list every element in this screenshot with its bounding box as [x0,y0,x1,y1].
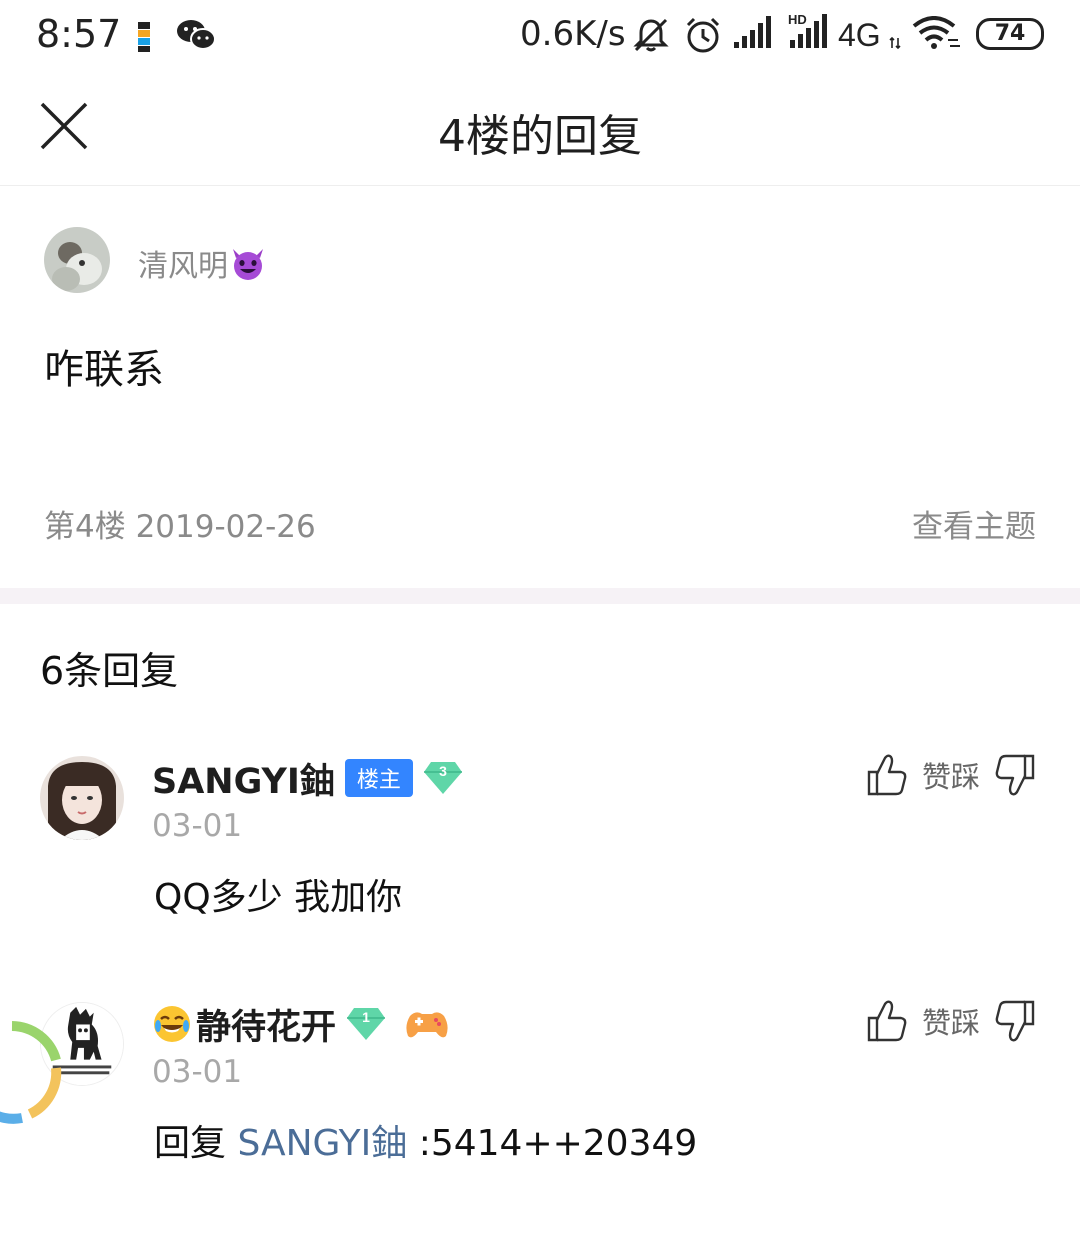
page-title: 4楼的回复 [438,111,642,162]
vote-controls: 赞踩 [866,752,1036,798]
reply-author-name[interactable]: 静待花开 [196,999,336,1050]
original-post: 清风明 咋联系 第4楼 2019-02-26 查看主题 [0,187,1080,587]
owner-badge: 楼主 [344,759,413,797]
network-4g-icon: 4G [838,17,901,52]
wifi-icon [912,16,960,49]
svg-text:4G: 4G [838,17,881,52]
wechat-icon [177,20,216,50]
sim-icon [138,22,150,52]
reply-target-link[interactable]: SANGYI鈾 [237,1123,407,1164]
battery-indicator: 74 [976,18,1044,50]
avatar[interactable] [40,756,124,840]
post-floor-info: 第4楼 2019-02-26 [44,509,316,545]
vote-label: 赞踩 [921,760,980,794]
level-gem-icon: 3 [423,762,462,794]
vote-label: 赞踩 [921,1006,980,1040]
reply-text: QQ多少 我加你 [154,877,403,918]
laugh-emoji [154,1006,190,1042]
replies-count: 6条回复 [40,649,179,693]
top-app-bar: 4楼的回复 [0,72,1080,186]
reply-prefix: 回复 [154,1123,238,1164]
post-author[interactable]: 清风明 [138,241,266,285]
alarm-icon [686,17,720,53]
level-number: 1 [362,1009,370,1025]
section-divider [0,588,1080,604]
reply-content: :5414++20349 [407,1123,698,1164]
reply-item: SANGYI鈾 楼主 3 03-01 QQ多少 我加你 赞踩 [0,754,1080,996]
reply-author-name[interactable]: SANGYI鈾 [152,753,335,804]
level-number: 3 [439,763,447,779]
status-time: 8:57 [36,12,122,56]
signal-icon [734,16,771,48]
thumb-up-icon[interactable] [866,752,908,798]
reply-text: 回复 SANGYI鈾 :5414++20349 [154,1114,697,1166]
view-topic-link[interactable]: 查看主题 [912,501,1036,546]
thumb-down-icon[interactable] [994,752,1036,798]
mute-icon [633,18,669,52]
reply-item: 静待花开 1 03-01 回复 SANGYI鈾 :5414++20349 赞踩 [0,1000,1080,1235]
thumb-up-icon[interactable] [866,998,908,1044]
net-speed: 0.6K/s [520,14,626,54]
floating-ring-widget[interactable] [0,1020,64,1124]
reply-date: 03-01 [152,1054,243,1090]
reply-header: 静待花开 1 [152,1002,450,1048]
reply-date: 03-01 [152,808,243,844]
status-bar: 8:57 0.6K/s HD 4G 74 [0,0,1080,72]
level-gem-icon: 1 [347,1008,386,1040]
post-author-name: 清风明 [138,249,228,284]
reply-header: SANGYI鈾 楼主 3 [152,756,463,802]
post-body: 咋联系 [44,347,164,393]
svg-text:HD: HD [788,12,807,27]
vote-controls: 赞踩 [866,998,1036,1044]
thumb-down-icon[interactable] [994,998,1036,1044]
avatar[interactable] [44,227,110,293]
devil-emoji [233,249,263,280]
signal-hd-icon: HD [788,12,827,48]
gamepad-icon [406,1012,448,1038]
